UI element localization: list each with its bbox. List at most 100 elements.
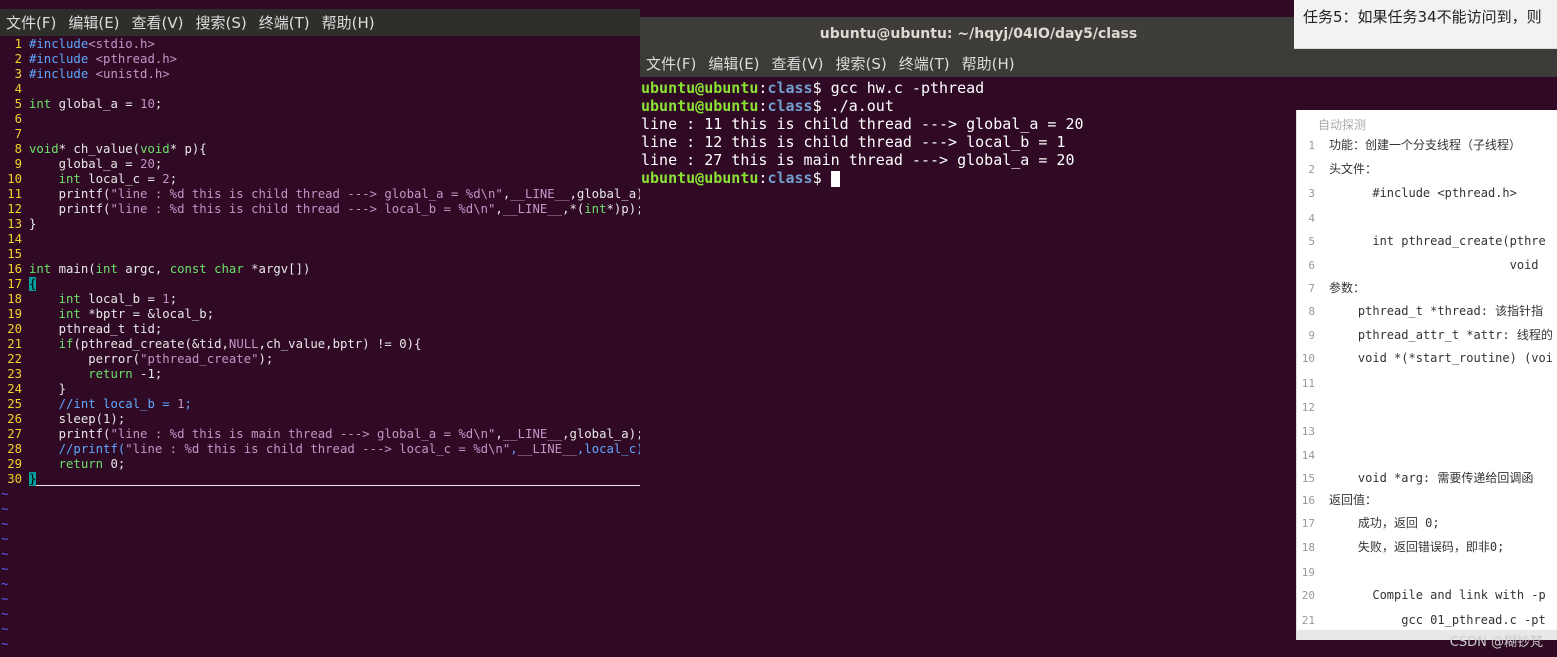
code-line: 28 //printf("line : %d this is child thr… <box>0 442 651 457</box>
doc-line: 9 pthread_attr_t *attr: 线程的 <box>1297 324 1557 346</box>
doc-line-number: 7 <box>1308 282 1315 295</box>
menu-search[interactable]: 搜索(S) <box>196 12 247 33</box>
vim-terminal-window[interactable]: 文件(F) 编辑(E) 查看(V) 搜索(S) 终端(T) 帮助(H) 1 #in… <box>0 0 651 657</box>
doc-line-number: 21 <box>1301 614 1315 627</box>
code-line: 5 int global_a = 10; <box>0 97 640 112</box>
doc-line-number: 11 <box>1301 377 1315 390</box>
menu-edit[interactable]: 编辑(E) <box>708 53 759 74</box>
code-line: 14 <box>0 232 640 247</box>
menu-edit[interactable]: 编辑(E) <box>68 12 119 33</box>
doc-line-text: void *arg: 需要传递给回调函 <box>1329 471 1534 485</box>
code-text: #include<stdio.h> <box>29 37 155 51</box>
line-number: 11 <box>7 187 22 201</box>
doc-line: 4 <box>1297 207 1557 229</box>
code-text: int global_a = 10; <box>29 97 163 111</box>
code-text: { <box>29 277 37 291</box>
code-line: 19 int *bptr = &local_b; <box>0 307 640 322</box>
code-line: 3 #include <unistd.h> <box>0 67 640 82</box>
code-text: int main(int argc, const char *argv[]) <box>29 262 311 276</box>
command-text: ./a.out <box>830 97 894 115</box>
menu-help[interactable]: 帮助(H) <box>962 53 1015 74</box>
line-number: 21 <box>7 337 22 351</box>
vim-menubar: 文件(F) 编辑(E) 查看(V) 搜索(S) 终端(T) 帮助(H) <box>0 9 640 36</box>
empty-line-marker: ~ <box>1 517 9 531</box>
line-number: 4 <box>14 82 22 96</box>
doc-line-text: #include <pthread.h> <box>1329 186 1517 200</box>
code-line: 1 #include<stdio.h> <box>0 37 640 52</box>
doc-line-number: 4 <box>1308 212 1315 225</box>
doc-line-text: gcc 01_pthread.c -pt <box>1329 613 1546 627</box>
doc-line-number: 5 <box>1308 235 1315 248</box>
vim-empty-lines: ~ ~ ~ ~ ~ ~ ~ ~ ~ ~ ~ <box>0 487 640 652</box>
code-text: void* ch_value(void* p){ <box>29 142 207 156</box>
doc-line-number: 14 <box>1301 449 1315 462</box>
line-number: 15 <box>7 247 22 261</box>
menu-search[interactable]: 搜索(S) <box>836 53 887 74</box>
line-number: 23 <box>7 367 22 381</box>
menu-terminal[interactable]: 终端(T) <box>259 12 310 33</box>
empty-line-marker: ~ <box>1 637 9 651</box>
doc-line: 8 pthread_t *thread: 该指针指 <box>1297 300 1557 322</box>
doc-line-number: 10 <box>1301 352 1315 365</box>
line-number: 6 <box>14 112 22 126</box>
doc-line: 19 <box>1297 561 1557 583</box>
doc-line: 13 <box>1297 420 1557 442</box>
menu-help[interactable]: 帮助(H) <box>322 12 375 33</box>
terminal-line: ubuntu@ubuntu:class$ gcc hw.c -pthread <box>641 79 985 97</box>
doc-line-text: void *(*start_routine) (voi <box>1329 351 1553 365</box>
code-line: 25 //int local_b = 1; <box>0 397 640 412</box>
vim-code-area[interactable]: 1 #include<stdio.h> 2 #include <pthread.h> 3… <box>0 37 651 487</box>
doc-line-text: 头文件： <box>1329 162 1378 176</box>
code-line: 16 int main(int argc, const char *argv[]) <box>0 262 640 277</box>
doc-line-text: 返回值： <box>1329 493 1378 507</box>
line-number: 19 <box>7 307 22 321</box>
code-line: 23 return -1; <box>0 367 640 382</box>
line-number: 20 <box>7 322 22 336</box>
code-text: int *bptr = &local_b; <box>58 307 215 321</box>
doc-line-text: pthread_t *thread: 该指针指 <box>1329 304 1544 318</box>
doc-line-text: Compile and link with -p <box>1329 588 1546 602</box>
doc-line-number: 17 <box>1301 517 1315 530</box>
doc-line-text: int pthread_create(pthre <box>1329 234 1546 248</box>
empty-line-marker: ~ <box>1 592 9 606</box>
doc-line-number: 6 <box>1308 259 1315 272</box>
code-line: 17 { <box>0 277 640 292</box>
code-text: } <box>29 382 67 396</box>
code-text: } <box>29 217 37 231</box>
command-text: gcc hw.c -pthread <box>830 79 985 97</box>
line-number: 18 <box>7 292 22 306</box>
terminal-prompt-line[interactable]: ubuntu@ubuntu:class$ <box>641 169 1291 187</box>
line-number: 2 <box>14 52 22 66</box>
doc-line-number: 18 <box>1301 541 1315 554</box>
doc-line-text: pthread_attr_t *attr: 线程的 <box>1329 328 1553 342</box>
line-number: 8 <box>14 142 22 156</box>
terminal-output[interactable]: ubuntu@ubuntu:class$ gcc hw.c -pthread u… <box>641 79 1291 187</box>
line-number: 16 <box>7 262 22 276</box>
line-number: 27 <box>7 427 22 441</box>
doc-line-text: void <box>1329 258 1539 272</box>
text-cursor <box>830 170 840 187</box>
menu-terminal[interactable]: 终端(T) <box>899 53 950 74</box>
menu-file[interactable]: 文件(F) <box>646 53 696 74</box>
doc-line-text: 参数： <box>1329 281 1366 295</box>
doc-line-number: 15 <box>1301 472 1315 485</box>
line-number: 3 <box>14 67 22 81</box>
code-line: 29 return 0; <box>0 457 640 472</box>
code-text: printf("line : %d this is main thread --… <box>29 427 644 441</box>
empty-line-marker: ~ <box>1 532 9 546</box>
menu-view[interactable]: 查看(V) <box>132 12 184 33</box>
doc-line-number: 12 <box>1301 401 1315 414</box>
terminal-output-line: line : 27 this is main thread ---> globa… <box>641 151 1075 169</box>
line-number: 12 <box>7 202 22 216</box>
code-text: pthread_t tid; <box>29 322 163 336</box>
code-text: if(pthread_create(&tid,NULL,ch_value,bpt… <box>58 337 422 351</box>
doc-line-number: 2 <box>1308 163 1315 176</box>
language-auto-detect[interactable]: 自动探测 <box>1318 116 1366 133</box>
menu-file[interactable]: 文件(F) <box>6 12 56 33</box>
code-line: 26 sleep(1); <box>0 412 640 427</box>
line-number: 30 <box>7 472 22 486</box>
line-number: 17 <box>7 277 22 291</box>
cursorline-underline <box>36 485 640 486</box>
code-doc-panel[interactable]: 自动探测 1 功能：创建一个分支线程（子线程） 2 头文件： 3 #include <p… <box>1297 110 1557 640</box>
menu-view[interactable]: 查看(V) <box>772 53 824 74</box>
